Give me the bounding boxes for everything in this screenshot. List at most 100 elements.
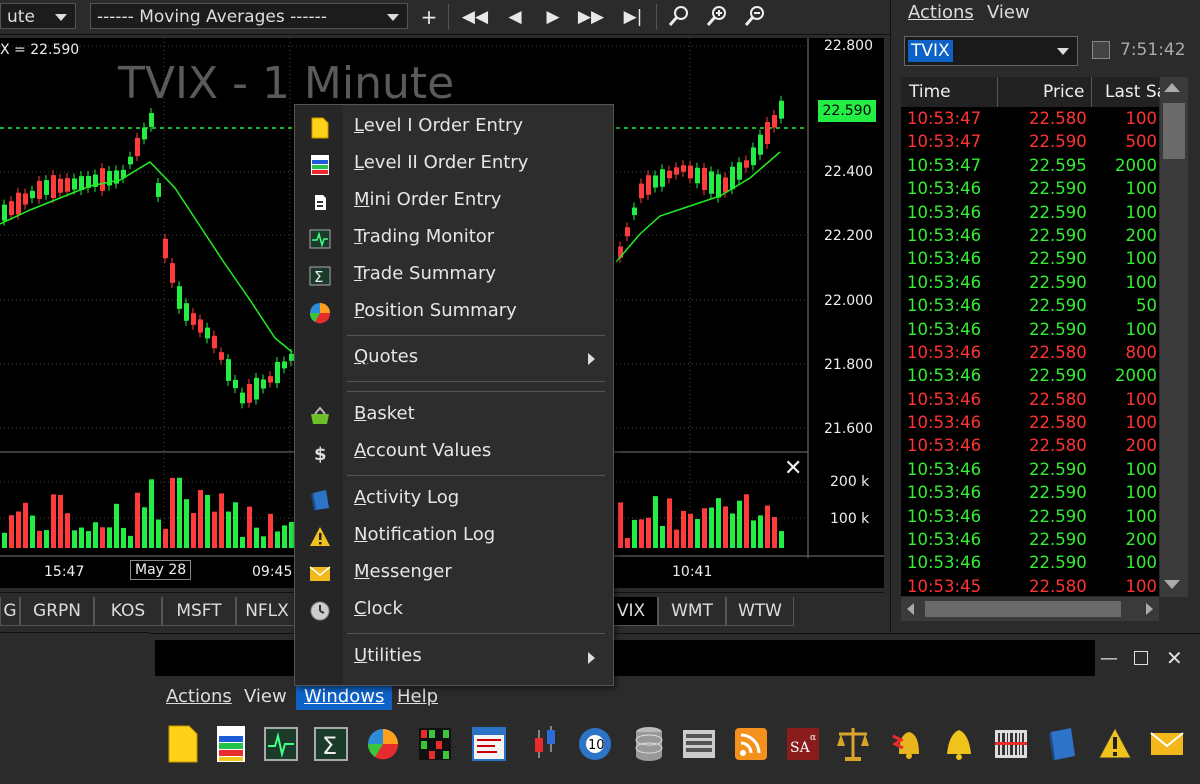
list-icon[interactable] [681,724,717,764]
scroll-down-icon[interactable] [1164,580,1180,589]
ball-icon[interactable]: 10 [577,724,613,764]
menu-help[interactable]: Help [397,686,438,707]
scroll-thumb[interactable] [1163,103,1185,159]
menu-item-level1-order-entry[interactable]: Level I Order Entry [295,111,613,145]
trades-vscrollbar[interactable] [1160,77,1188,597]
tab-symbol[interactable]: KOS [94,597,162,626]
monitor-icon[interactable] [263,724,299,764]
link-checkbox[interactable] [1092,41,1110,59]
trades-hscrollbar[interactable] [901,597,1159,621]
volume-bar [772,516,777,548]
scroll-up-icon[interactable] [1164,83,1180,92]
database-icon[interactable] [631,724,667,764]
trade-row[interactable]: 10:53:46 22.590 100 [901,552,1159,575]
trade-row[interactable]: 10:53:46 22.590 200 [901,529,1159,552]
menu-item-trading-monitor[interactable]: Trading Monitor [295,222,613,256]
sigma-icon[interactable]: Σ [313,724,349,764]
tab-symbol[interactable]: WMT [658,597,726,626]
trade-row[interactable]: 10:53:47 22.595 2000 [901,155,1159,178]
trade-row[interactable]: 10:53:45 22.580 100 [901,576,1159,596]
menu-item-quotes[interactable]: Quotes [295,342,613,376]
close-icon[interactable]: ✕ [1166,646,1183,670]
play-icon[interactable]: ▶ [538,4,568,30]
menu-item-mini-order-entry[interactable]: Mini Order Entry [295,185,613,219]
menu-view[interactable]: View [987,2,1030,23]
menu-view[interactable]: View [244,686,287,707]
rewind-icon[interactable]: ◀◀ [460,4,490,30]
symbol-input[interactable]: TVIX [904,36,1078,66]
menu-item-position-summary[interactable]: Position Summary [295,296,613,330]
trade-row[interactable]: 10:53:47 22.590 500 [901,131,1159,154]
fast-forward-icon[interactable]: ▶▶ [576,4,606,30]
trade-row[interactable]: 10:53:46 22.590 2000 [901,365,1159,388]
skip-end-icon[interactable]: ▶| [618,4,648,30]
menu-item-notification-log[interactable]: Notification Log [295,520,613,554]
pie-chart-icon[interactable] [365,724,401,764]
scroll-right-icon[interactable] [1146,603,1153,615]
menu-item-utilities[interactable]: Utilities [295,641,613,675]
trade-row[interactable]: 10:53:46 22.590 100 [901,482,1159,505]
plus-icon[interactable]: + [414,4,444,30]
sa-icon[interactable]: SA α [785,724,821,764]
candles-icon[interactable] [527,724,563,764]
menu-actions[interactable]: Actions [166,686,232,707]
study-combo[interactable]: ------ Moving Averages ------ [90,3,408,29]
menu-item-activity-log[interactable]: Activity Log [295,483,613,517]
trade-row[interactable]: 10:53:46 22.590 100 [901,248,1159,271]
candle [9,196,14,221]
column-price[interactable]: Price [1043,82,1084,102]
trade-row[interactable]: 10:53:46 22.590 100 [901,319,1159,342]
bell-icon[interactable] [941,724,977,764]
column-time[interactable]: Time [909,82,951,102]
menu-item-clock[interactable]: Clock [295,594,613,628]
zoom-icon[interactable] [664,4,694,30]
interval-combo[interactable]: ute [0,3,76,29]
trade-row[interactable]: 10:53:46 22.590 50 [901,295,1159,318]
menu-item-level2-order-entry[interactable]: Level II Order Entry [295,148,613,182]
hscroll-thumb[interactable] [925,601,1121,617]
menu-item-trade-summary[interactable]: Σ Trade Summary [295,259,613,293]
trade-row[interactable]: 10:53:46 22.590 100 [901,202,1159,225]
trades-grid[interactable]: 10:53:47 22.580 100 10:53:47 22.590 500 10:53:… [901,108,1159,596]
trade-row[interactable]: 10:53:46 22.590 100 [901,506,1159,529]
barcode-icon[interactable] [993,724,1029,764]
trade-row[interactable]: 10:53:46 22.580 100 [901,389,1159,412]
menu-windows[interactable]: Windows [296,683,393,710]
zoom-out-icon[interactable] [740,4,770,30]
calendar-icon[interactable] [471,724,507,764]
menu-item-account-values[interactable]: $ Account Values [295,436,613,470]
trade-row[interactable]: 10:53:46 22.580 200 [901,435,1159,458]
minimize-icon[interactable]: — [1100,648,1118,669]
candle [674,162,679,180]
tab-symbol[interactable]: NFLX [236,597,298,626]
trade-row[interactable]: 10:53:46 22.590 200 [901,225,1159,248]
rss-icon[interactable] [733,724,769,764]
menu-actions[interactable]: Actions [908,2,974,23]
maximize-icon[interactable] [1134,651,1148,665]
scroll-left-icon[interactable] [907,603,914,615]
bell-alert-icon[interactable] [889,724,925,764]
trade-row[interactable]: 10:53:46 22.590 100 [901,178,1159,201]
grid-icon[interactable] [417,724,453,764]
trade-row[interactable]: 10:53:47 22.580 100 [901,108,1159,131]
menu-item-messenger[interactable]: Messenger [295,557,613,591]
book-icon[interactable] [1045,724,1081,764]
tab-symbol[interactable]: MSFT [162,597,236,626]
tab-symbol[interactable]: WTW [726,597,794,626]
step-back-icon[interactable]: ◀ [500,4,530,30]
trade-row[interactable]: 10:53:46 22.590 100 [901,459,1159,482]
trade-row[interactable]: 10:53:46 22.590 100 [901,272,1159,295]
close-icon[interactable]: ✕ [784,456,802,481]
tab-symbol[interactable]: GRPN [20,597,94,626]
column-last-size[interactable]: Last Sa [1105,82,1167,102]
envelope-icon[interactable] [1149,724,1185,764]
warning-icon[interactable] [1097,724,1133,764]
document-icon[interactable] [165,724,201,764]
tab-symbol[interactable]: G [0,597,20,626]
menu-item-basket[interactable]: Basket [295,399,613,433]
trade-row[interactable]: 10:53:46 22.580 100 [901,412,1159,435]
level2-icon[interactable] [213,724,249,764]
scales-icon[interactable] [835,724,871,764]
zoom-in-icon[interactable] [702,4,732,30]
trade-row[interactable]: 10:53:46 22.580 800 [901,342,1159,365]
